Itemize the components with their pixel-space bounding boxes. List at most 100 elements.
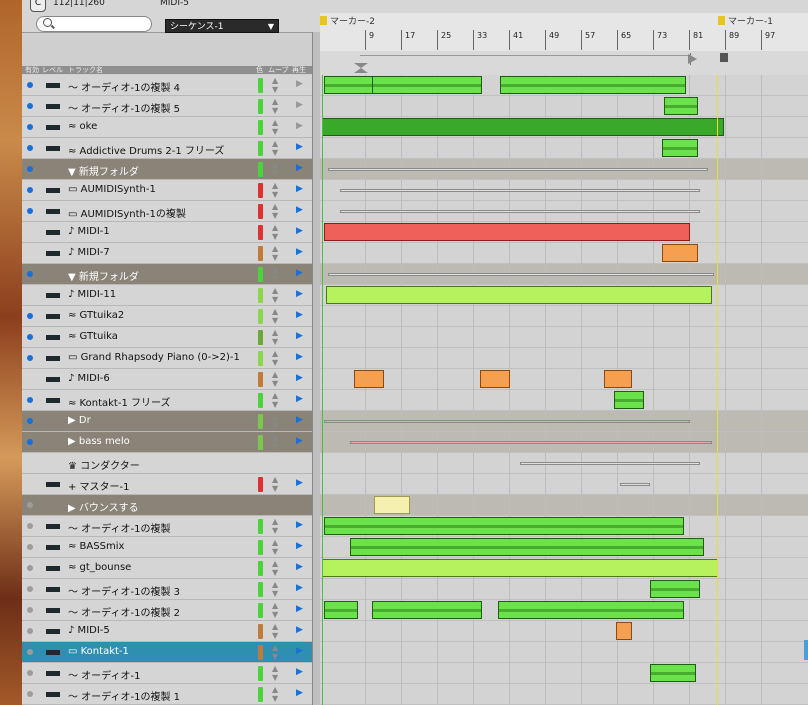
track-color-swatch[interactable] (258, 225, 263, 240)
track-color-swatch[interactable] (258, 99, 263, 114)
track-color-swatch[interactable] (258, 435, 263, 450)
play-icon[interactable]: ▶ (296, 79, 303, 89)
region-summary[interactable] (328, 168, 708, 171)
track-name[interactable]: ▼ 新規フォルダ (68, 268, 139, 283)
play-icon[interactable]: ▶ (296, 226, 303, 236)
enable-dot[interactable] (27, 355, 33, 361)
move-arrows-icon[interactable]: ▲ ▼ (272, 559, 278, 577)
track-name[interactable]: ≈ BASSmix (68, 541, 124, 552)
play-icon[interactable]: ▶ (296, 541, 303, 551)
region-summary[interactable] (350, 441, 712, 444)
track-name[interactable]: ▭ AUMIDISynth-1 (68, 184, 156, 195)
enable-dot[interactable] (27, 187, 33, 193)
enable-dot[interactable] (27, 145, 33, 151)
play-icon[interactable]: ▶ (296, 562, 303, 572)
track-lane[interactable] (320, 684, 808, 705)
move-arrows-icon[interactable]: ▲ ▼ (272, 265, 278, 283)
region-summary[interactable] (520, 462, 700, 465)
region-summary[interactable] (328, 273, 714, 276)
track-name[interactable]: ▶ bass melo (68, 436, 130, 447)
track-color-swatch[interactable] (258, 414, 263, 429)
track-name[interactable]: + マスター-1 (68, 478, 130, 493)
play-icon[interactable]: ▶ (296, 667, 303, 677)
region-clip[interactable] (498, 601, 684, 619)
enable-dot[interactable] (27, 586, 33, 592)
scroll-indicator[interactable] (804, 640, 808, 660)
track-row[interactable]: ♛ コンダクター (22, 453, 312, 474)
move-arrows-icon[interactable]: ▲ ▼ (272, 286, 278, 304)
track-name[interactable]: 〜 オーディオ-1の複製 4 (68, 79, 180, 94)
arrange-area[interactable] (320, 75, 808, 705)
track-lane[interactable] (320, 663, 808, 684)
enable-dot[interactable] (27, 691, 33, 697)
move-arrows-icon[interactable]: ▲ ▼ (272, 139, 278, 157)
region-clip[interactable] (650, 580, 700, 598)
region-clip[interactable] (480, 370, 510, 388)
search-field[interactable] (36, 16, 152, 32)
play-icon[interactable]: ▶ (296, 121, 303, 131)
region-clip[interactable] (372, 76, 482, 94)
move-arrows-icon[interactable]: ▲ ▼ (272, 601, 278, 619)
track-color-swatch[interactable] (258, 540, 263, 555)
track-row[interactable]: 〜 オーディオ-1の複製 1 ▲ ▼ ▶ (22, 684, 312, 705)
enable-dot[interactable] (27, 124, 33, 130)
track-row[interactable]: ≈ BASSmix ▲ ▼ ▶ (22, 537, 312, 558)
track-row[interactable]: ≈ GTtuika ▲ ▼ ▶ (22, 327, 312, 348)
track-row[interactable]: ♪ MIDI-1 ▲ ▼ ▶ (22, 222, 312, 243)
move-arrows-icon[interactable]: ▲ ▼ (272, 664, 278, 682)
move-arrows-icon[interactable]: ▲ ▼ (272, 349, 278, 367)
play-icon[interactable]: ▶ (296, 247, 303, 257)
track-name[interactable]: ≈ GTtuika2 (68, 310, 124, 321)
region-clip[interactable] (326, 286, 712, 304)
enable-dot[interactable] (27, 544, 33, 550)
track-name[interactable]: 〜 オーディオ-1の複製 (68, 520, 170, 535)
track-name[interactable]: ▶ バウンスする (68, 499, 139, 514)
track-color-swatch[interactable] (258, 393, 263, 408)
track-name[interactable]: ♪ MIDI-1 (68, 226, 110, 237)
sequence-select[interactable]: シーケンス-1 ▼ (165, 19, 279, 33)
play-icon[interactable]: ▶ (296, 142, 303, 152)
track-name[interactable]: 〜 オーディオ-1の複製 3 (68, 583, 180, 598)
play-icon[interactable]: ▶ (296, 100, 303, 110)
move-arrows-icon[interactable]: ▲ ▼ (272, 643, 278, 661)
track-name[interactable]: ▶ Dr (68, 415, 91, 426)
timeline-ruler[interactable]: マーカー-2 マーカー-1 9 17 25 33 41 49 57 65 73 81 89 97 (320, 13, 808, 52)
track-row[interactable]: ▶ バウンスする (22, 495, 312, 516)
play-icon[interactable]: ▶ (296, 331, 303, 341)
track-name[interactable]: ♪ MIDI-11 (68, 289, 116, 300)
track-row[interactable]: 〜 オーディオ-1の複製 3 ▲ ▼ ▶ (22, 579, 312, 600)
region-clip[interactable] (616, 622, 632, 640)
track-color-swatch[interactable] (258, 78, 263, 93)
move-arrows-icon[interactable]: ▲ ▼ (272, 580, 278, 598)
track-row[interactable]: 〜 オーディオ-1 ▲ ▼ ▶ (22, 663, 312, 684)
region-clip[interactable] (664, 97, 698, 115)
enable-dot[interactable] (27, 649, 33, 655)
enable-dot[interactable] (27, 334, 33, 340)
loop-start-handle[interactable] (354, 63, 368, 73)
track-color-swatch[interactable] (258, 645, 263, 660)
play-icon[interactable]: ▶ (296, 436, 303, 446)
move-arrows-icon[interactable]: ▲ ▼ (272, 97, 278, 115)
enable-dot[interactable] (27, 397, 33, 403)
enable-dot[interactable] (27, 103, 33, 109)
track-name[interactable]: ♪ MIDI-6 (68, 373, 110, 384)
track-lane[interactable] (320, 474, 808, 495)
track-color-swatch[interactable] (258, 288, 263, 303)
move-arrows-icon[interactable]: ▲ ▼ (272, 118, 278, 136)
play-icon[interactable]: ▶ (296, 520, 303, 530)
play-icon[interactable]: ▶ (296, 310, 303, 320)
enable-dot[interactable] (27, 418, 33, 424)
track-lane[interactable] (320, 642, 808, 663)
track-row[interactable]: ▶ Dr ▲ ▼ ▶ (22, 411, 312, 432)
region-summary[interactable] (324, 420, 690, 423)
track-row[interactable]: ♪ MIDI-7 ▲ ▼ ▶ (22, 243, 312, 264)
track-row[interactable]: ≈ gt_bounse ▲ ▼ ▶ (22, 558, 312, 579)
track-color-swatch[interactable] (258, 687, 263, 702)
track-row[interactable]: 〜 オーディオ-1の複製 2 ▲ ▼ ▶ (22, 600, 312, 621)
track-name[interactable]: ≈ oke (68, 121, 97, 132)
track-name[interactable]: ▭ Grand Rhapsody Piano (0->2)-1 (68, 352, 240, 363)
region-clip[interactable] (662, 139, 698, 157)
end-marker[interactable] (720, 53, 728, 62)
move-arrows-icon[interactable]: ▲ ▼ (272, 307, 278, 325)
move-arrows-icon[interactable]: ▲ ▼ (272, 223, 278, 241)
